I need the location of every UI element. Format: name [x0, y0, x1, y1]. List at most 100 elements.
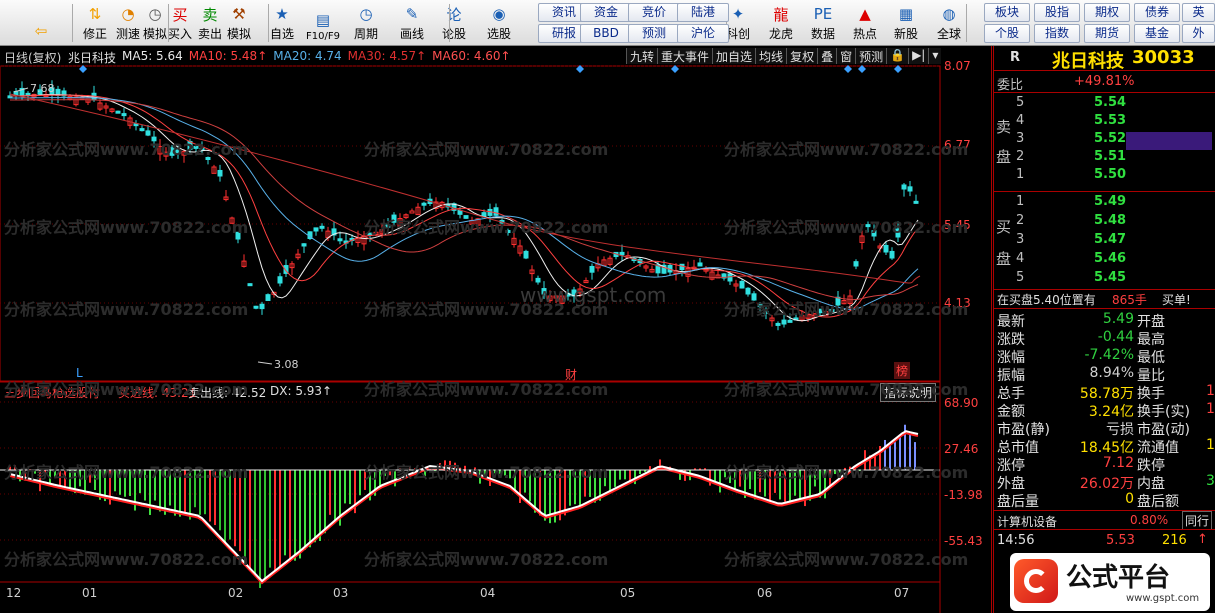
chart-toolbar-button[interactable]: 九转: [626, 48, 658, 64]
low-price-label: 3.08: [274, 358, 299, 371]
candle-body: [205, 157, 211, 161]
candle-body: [745, 287, 751, 295]
position-tag: 买单!: [1162, 293, 1191, 307]
candle-body: [817, 308, 823, 314]
stat-value: 7.12: [1102, 455, 1134, 471]
quick-tab-英[interactable]: 英: [1182, 3, 1215, 22]
quick-tab-陆港[interactable]: 陆港: [677, 3, 729, 22]
toolbar-button-ipo[interactable]: ▦ 新股: [889, 1, 923, 44]
sector-tab[interactable]: 同行: [1182, 511, 1213, 530]
marker-finance[interactable]: 财: [565, 366, 577, 383]
stat-value: -0.44: [1097, 329, 1134, 345]
candle-body: [775, 322, 781, 326]
toolbar-button-label: 新股: [893, 27, 918, 41]
toolbar-button-pencil[interactable]: ✎ 画线: [395, 1, 429, 44]
quick-tab-沪伦[interactable]: 沪伦: [677, 24, 729, 43]
stock-name-label: 兆日科技: [68, 51, 117, 65]
toolbar-button-globe[interactable]: ◍ 全球: [932, 1, 966, 44]
stat-label-right: 换手: [1137, 386, 1165, 402]
toolbar-button-label: 数据: [810, 27, 835, 41]
ma60-line: [9, 93, 921, 284]
quick-tab-期权[interactable]: 期权: [1084, 3, 1130, 22]
ipo-icon: ▦: [898, 5, 914, 23]
toolbar-button-label: 测速: [115, 27, 140, 41]
quick-tab-板块[interactable]: 板块: [984, 3, 1030, 22]
price-axis-label: 5.45: [944, 218, 971, 232]
marker-l[interactable]: L: [76, 366, 83, 380]
candle-body: [145, 130, 151, 136]
position-qty: 865手: [1112, 293, 1147, 307]
stat-label: 盘后量: [997, 494, 1039, 510]
indicator-explain-button[interactable]: 指标说明: [880, 383, 937, 402]
buy-level-price: 5.45: [1094, 270, 1127, 285]
candle-body: [829, 308, 835, 312]
toolbar-button-label: 修正: [82, 27, 107, 41]
f10-icon: ▤: [315, 11, 331, 29]
chart-toolbar-button[interactable]: ▶|: [908, 48, 929, 64]
toolbar-button-up-down-arrow[interactable]: ⇅ 修正: [78, 1, 112, 44]
stat-value: 5.49: [1102, 311, 1134, 327]
stat-value: 18.45亿: [1079, 440, 1134, 456]
marker-rank[interactable]: 榜: [894, 362, 911, 379]
chart-toolbar-button[interactable]: 叠: [817, 48, 837, 64]
stat-value: 亏损: [1106, 422, 1134, 438]
toolbar-button-dragon-tiger[interactable]: 龍龙虎: [764, 1, 798, 44]
toolbar-button-select-stock[interactable]: ◉ 选股: [482, 1, 516, 44]
chart-toolbar-button[interactable]: 复权: [786, 48, 818, 64]
indicator-name[interactable]: 三步回马枪选股付: [4, 384, 100, 401]
sell-icon: 卖: [202, 5, 218, 24]
stat-label-right: 开盘: [1137, 314, 1165, 330]
sell-level-index: 3: [1016, 131, 1025, 146]
kline-chart[interactable]: 日线(复权) 兆日科技 MA5: 5.64 MA10: 5.48↑ MA20: 4.…: [0, 46, 992, 613]
quick-tab-债券[interactable]: 债券: [1134, 3, 1180, 22]
candle-body: [421, 202, 427, 206]
quick-tab-个股[interactable]: 个股: [984, 24, 1030, 43]
chart-toolbar-button[interactable]: 🔒: [886, 48, 909, 64]
stat-label-right: 市盈(动): [1137, 422, 1190, 438]
sell-level-price: 5.53: [1094, 113, 1127, 128]
candle-body: [589, 265, 595, 273]
quick-tab-期货[interactable]: 期货: [1084, 24, 1130, 43]
candle-body: [253, 305, 259, 309]
toolbar-button-forum[interactable]: 论论股: [437, 1, 471, 44]
candle-body: [787, 319, 793, 323]
tick-up-arrow-icon: ↑: [1197, 532, 1208, 547]
quick-tab-外[interactable]: 外: [1182, 24, 1215, 43]
candle-body: [907, 186, 913, 192]
chart-canvas[interactable]: [0, 46, 992, 613]
sector-name[interactable]: 计算机设备: [997, 513, 1057, 530]
quick-tab-BBD[interactable]: BBD: [580, 24, 632, 43]
chart-toolbar-button[interactable]: 均线: [755, 48, 787, 64]
toolbar-button-hammer[interactable]: ⚒ 模拟: [222, 1, 256, 44]
chart-toolbar-button[interactable]: 预测: [855, 48, 887, 64]
logo-url: www.gspt.com: [1126, 593, 1200, 604]
candle-body: [121, 113, 127, 117]
candle-body: [277, 276, 283, 284]
chart-toolbar-button[interactable]: ▾: [928, 48, 942, 64]
ma-legend-item: MA30: 4.57↑: [347, 49, 427, 63]
toolbar-button-star[interactable]: ★ 自选: [265, 1, 299, 44]
chart-toolbar-button[interactable]: 窗: [836, 48, 856, 64]
ma30-line: [10, 99, 919, 301]
candle-body: [115, 110, 121, 114]
chart-toolbar-button[interactable]: 加自选: [712, 48, 756, 64]
candle-body: [505, 230, 511, 234]
quick-tab-竞价[interactable]: 竞价: [628, 3, 680, 22]
quick-tab-股指[interactable]: 股指: [1034, 3, 1080, 22]
buy-level-index: 3: [1016, 232, 1025, 247]
toolbar: ⇦ ⇅ 修正 ◔ 测速 ◷ 模拟买买入卖卖出 ⚒ 模拟 ★ 自选 ▤ F10/F9 ◷ 周期 ✎ 画线论论股 ◉ 选…: [0, 0, 1215, 46]
indicator-axis-label: -55.43: [944, 534, 983, 548]
stat-label: 涨幅: [997, 350, 1025, 366]
quick-tab-指数[interactable]: 指数: [1034, 24, 1080, 43]
toolbar-button-pe-data[interactable]: PE 数据: [806, 1, 840, 44]
toolbar-button-f10[interactable]: ▤ F10/F9: [306, 1, 340, 44]
toolbar-button-period[interactable]: ◷ 周期: [349, 1, 383, 44]
stat-label: 总手: [997, 386, 1025, 402]
chart-toolbar-button[interactable]: 重大事件: [657, 48, 713, 64]
quick-tab-资金[interactable]: 资金: [580, 3, 632, 22]
toolbar-button-back-arrow[interactable]: ⇦: [26, 1, 56, 44]
stat-label-right: 换手(实): [1137, 404, 1190, 420]
quick-tab-预测[interactable]: 预测: [628, 24, 680, 43]
quick-tab-基金[interactable]: 基金: [1134, 24, 1180, 43]
toolbar-button-hot[interactable]: ▲ 热点: [848, 1, 882, 44]
